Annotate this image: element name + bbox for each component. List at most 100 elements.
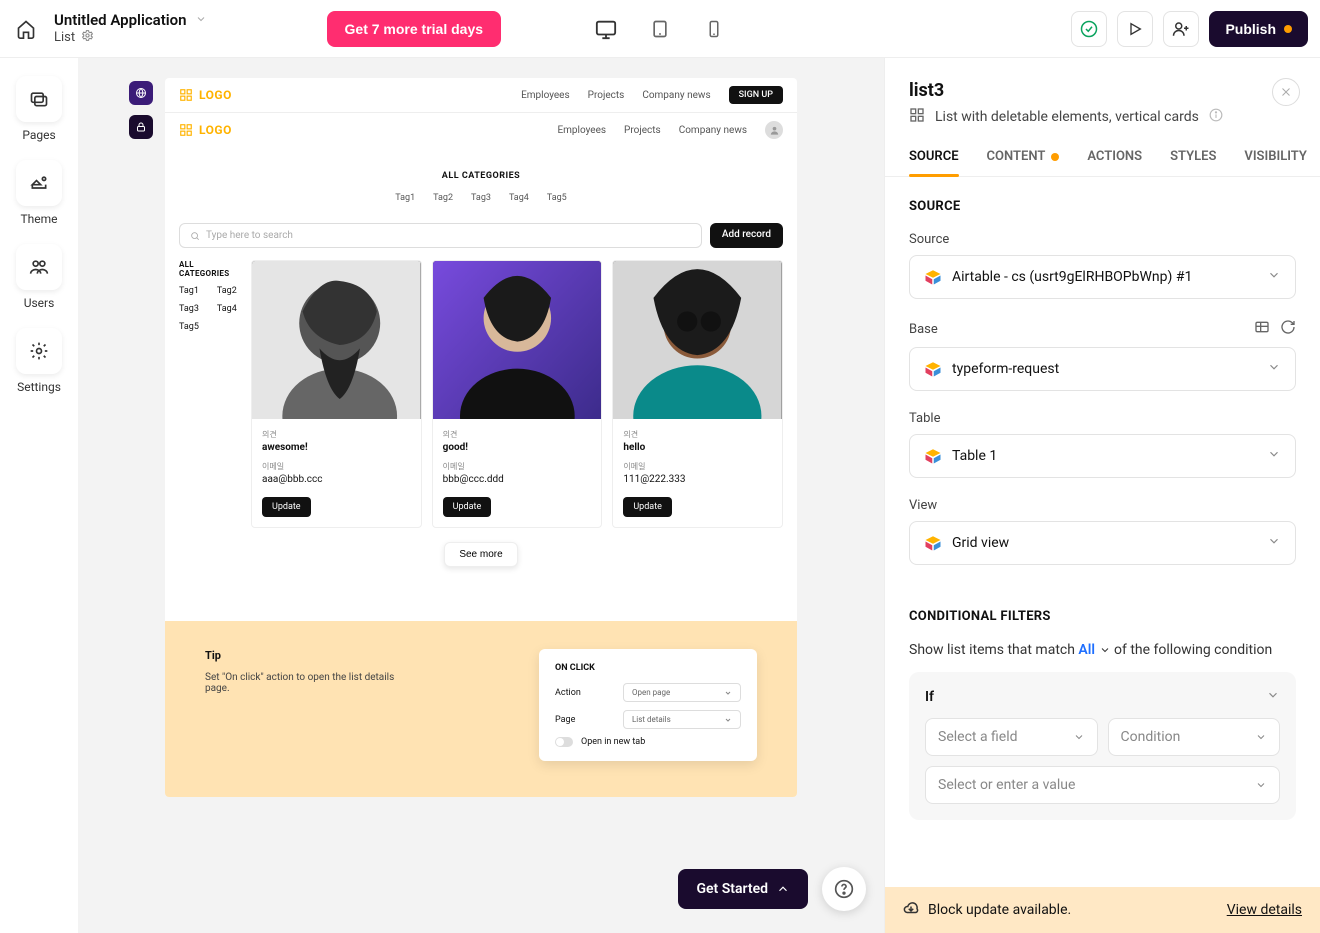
nav-link[interactable]: Employees <box>521 90 570 101</box>
tab-actions[interactable]: ACTIONS <box>1087 149 1142 176</box>
tag[interactable]: Tag5 <box>179 322 199 332</box>
tag[interactable]: Tag1 <box>179 286 199 296</box>
filter-field-select[interactable]: Select a field <box>925 718 1098 756</box>
page-name[interactable]: List <box>54 30 75 45</box>
play-icon[interactable] <box>1117 11 1153 47</box>
app-title[interactable]: Untitled Application <box>54 11 187 29</box>
tab-content[interactable]: CONTENT <box>987 149 1060 176</box>
chevron-down-icon <box>1255 731 1267 743</box>
device-tablet-icon[interactable] <box>646 15 674 43</box>
update-button[interactable]: Update <box>623 497 672 517</box>
view-details-link[interactable]: View details <box>1227 902 1302 918</box>
view-select[interactable]: Grid view <box>909 521 1296 565</box>
close-icon[interactable] <box>1272 78 1300 106</box>
nav-label: Pages <box>22 128 55 142</box>
update-button[interactable]: Update <box>262 497 311 517</box>
tag[interactable]: Tag3 <box>471 193 491 203</box>
update-button[interactable]: Update <box>443 497 492 517</box>
filter-condition-select[interactable]: Condition <box>1108 718 1281 756</box>
get-started-label: Get Started <box>696 881 768 897</box>
logo-text: LOGO <box>199 123 232 137</box>
select-value: Table 1 <box>952 448 997 464</box>
check-icon[interactable] <box>1071 11 1107 47</box>
chevron-up-icon <box>776 882 790 896</box>
add-record-button[interactable]: Add record <box>710 223 783 248</box>
search-input[interactable]: Type here to search <box>179 223 702 248</box>
canvas-badge-lock-icon[interactable] <box>129 115 153 139</box>
canvas-badge-globe-icon[interactable] <box>129 81 153 105</box>
base-select[interactable]: typeform-request <box>909 347 1296 391</box>
card-field-value: good! <box>443 442 592 453</box>
table-icon[interactable] <box>1254 319 1270 339</box>
select-value: Grid view <box>952 535 1009 551</box>
action-select[interactable]: Open page <box>623 683 741 702</box>
filter-match-dropdown[interactable]: All <box>1078 642 1095 658</box>
chevron-down-icon <box>724 689 732 697</box>
tag[interactable]: Tag2 <box>433 193 453 203</box>
chevron-down-icon[interactable] <box>195 11 207 29</box>
publish-button[interactable]: Publish <box>1209 11 1308 47</box>
pages-icon <box>16 76 62 122</box>
card-field-value: bbb@ccc.ddd <box>443 474 592 485</box>
signup-button[interactable]: SIGN UP <box>729 86 783 104</box>
chevron-down-icon <box>724 716 732 724</box>
chevron-down-icon <box>1267 447 1281 465</box>
refresh-icon[interactable] <box>1280 319 1296 339</box>
nav-settings[interactable]: Settings <box>16 328 62 394</box>
source-select[interactable]: Airtable - cs (usrt9gElRHBOPbWnp) #1 <box>909 255 1296 299</box>
list-card[interactable]: 의견 good! 이메일 bbb@ccc.ddd Update <box>432 260 603 528</box>
filter-value-input[interactable]: Select or enter a value <box>925 766 1280 804</box>
add-user-icon[interactable] <box>1163 11 1199 47</box>
card-field-label: 의견 <box>262 429 411 440</box>
avatar-icon[interactable] <box>765 121 783 139</box>
card-field-label: 이메일 <box>623 461 772 472</box>
nav-users[interactable]: Users <box>16 244 62 310</box>
nav-link[interactable]: Employees <box>557 125 606 136</box>
get-started-button[interactable]: Get Started <box>678 869 808 909</box>
grid-icon <box>909 107 925 127</box>
card-field-label: 이메일 <box>443 461 592 472</box>
tag[interactable]: Tag5 <box>547 193 567 203</box>
airtable-icon <box>924 360 942 378</box>
home-icon[interactable] <box>12 15 40 43</box>
help-button[interactable] <box>822 867 866 911</box>
nav-link[interactable]: Company news <box>679 125 747 136</box>
tag[interactable]: Tag2 <box>217 286 237 296</box>
device-desktop-icon[interactable] <box>592 15 620 43</box>
block-update-banner: Block update available. View details <box>884 887 1320 933</box>
filter-description: Show list items that match All of the fo… <box>909 642 1296 658</box>
list-card[interactable]: 의견 awesome! 이메일 aaa@bbb.ccc Update <box>251 260 422 528</box>
chevron-down-icon <box>1267 534 1281 552</box>
list-card[interactable]: 의견 hello 이메일 111@222.333 Update <box>612 260 783 528</box>
nav-theme[interactable]: Theme <box>16 160 62 226</box>
tab-source[interactable]: SOURCE <box>909 149 959 176</box>
select-value: typeform-request <box>952 361 1059 377</box>
tag[interactable]: Tag1 <box>395 193 415 203</box>
nav-link[interactable]: Company news <box>642 90 710 101</box>
tag[interactable]: Tag4 <box>217 304 237 314</box>
toggle[interactable] <box>555 737 573 747</box>
card-image <box>252 261 421 419</box>
card-field-value: 111@222.333 <box>623 474 772 485</box>
tab-visibility[interactable]: VISIBILITY <box>1244 149 1307 176</box>
card-field-value: hello <box>623 442 772 453</box>
nav-link[interactable]: Projects <box>624 125 661 136</box>
update-text: Block update available. <box>928 902 1071 918</box>
gear-icon[interactable] <box>81 29 94 46</box>
publish-label: Publish <box>1225 21 1276 37</box>
chevron-down-icon[interactable] <box>1266 688 1280 706</box>
trial-button[interactable]: Get 7 more trial days <box>327 11 502 47</box>
nav-link[interactable]: Projects <box>588 90 625 101</box>
info-icon[interactable] <box>1209 108 1223 126</box>
table-select[interactable]: Table 1 <box>909 434 1296 478</box>
tab-styles[interactable]: STYLES <box>1170 149 1216 176</box>
tag[interactable]: Tag4 <box>509 193 529 203</box>
nav-pages[interactable]: Pages <box>16 76 62 142</box>
tag[interactable]: Tag3 <box>179 304 199 314</box>
page-select[interactable]: List details <box>623 710 741 729</box>
side-all-categories: ALL CATEGORIES <box>179 260 241 278</box>
see-more-button[interactable]: See more <box>444 542 517 567</box>
device-mobile-icon[interactable] <box>700 15 728 43</box>
chevron-down-icon <box>1073 731 1085 743</box>
field-label: Base <box>909 322 938 337</box>
